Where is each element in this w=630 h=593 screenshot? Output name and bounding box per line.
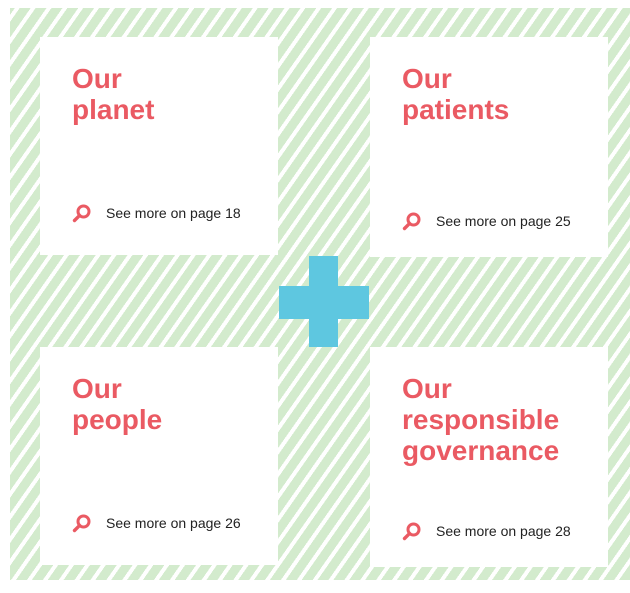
- card-our-responsible-governance: Our responsible governance See more on p…: [370, 347, 608, 567]
- see-more-label: See more on page 26: [106, 515, 241, 531]
- search-icon: [72, 204, 91, 223]
- see-more-link[interactable]: See more on page 26: [72, 513, 241, 533]
- see-more-link[interactable]: See more on page 18: [72, 203, 241, 223]
- card-our-people: Our people See more on page 26: [40, 347, 278, 565]
- card-title: Our planet: [72, 63, 155, 125]
- see-more-label: See more on page 28: [436, 523, 571, 539]
- card-title: Our patients: [402, 63, 510, 125]
- card-title: Our people: [72, 373, 163, 435]
- search-icon: [72, 514, 91, 533]
- search-icon: [402, 212, 421, 231]
- see-more-link[interactable]: See more on page 25: [402, 211, 571, 231]
- see-more-label: See more on page 25: [436, 213, 571, 229]
- plus-icon-bar: [279, 286, 369, 319]
- card-title: Our responsible governance: [402, 373, 560, 466]
- card-our-patients: Our patients See more on page 25: [370, 37, 608, 257]
- see-more-link[interactable]: See more on page 28: [402, 521, 571, 541]
- see-more-label: See more on page 18: [106, 205, 241, 221]
- search-icon: [402, 522, 421, 541]
- card-our-planet: Our planet See more on page 18: [40, 37, 278, 255]
